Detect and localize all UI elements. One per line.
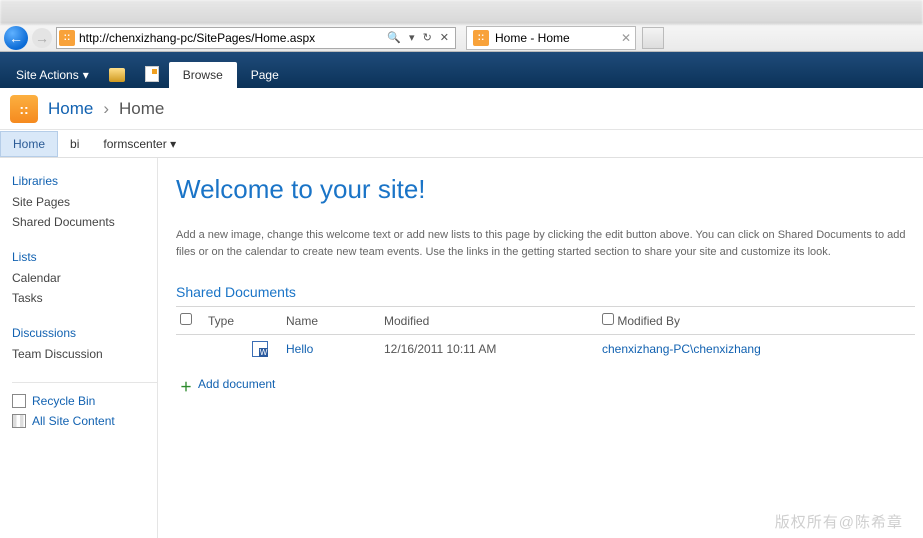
nav-heading-libraries[interactable]: Libraries (12, 174, 157, 188)
tab-title: Home - Home (495, 31, 570, 45)
grid-icon (12, 414, 26, 428)
breadcrumb-sep: › (103, 99, 109, 119)
content-area: Welcome to your site! Add a new image, c… (158, 158, 923, 538)
breadcrumb: :: Home › Home (0, 88, 923, 130)
select-all-checkbox[interactable] (180, 313, 192, 325)
table-row[interactable]: Hello 12/16/2011 10:11 AM chenxizhang-PC… (176, 335, 915, 363)
add-document-link[interactable]: ＋ Add document (176, 363, 915, 405)
browser-toolbar: ← → :: http://chenxizhang-pc/SitePages/H… (0, 24, 923, 52)
site-actions-menu[interactable]: Site Actions ▾ (6, 62, 99, 88)
ribbon-tab-browse[interactable]: Browse (169, 62, 237, 88)
doc-modified: 12/16/2011 10:11 AM (384, 342, 602, 356)
tab-favicon: :: (473, 30, 489, 46)
nav-calendar[interactable]: Calendar (12, 268, 157, 288)
word-doc-icon (252, 341, 268, 357)
site-favicon: :: (59, 30, 75, 46)
refresh-icon[interactable]: ↻ (419, 31, 436, 44)
breadcrumb-page: Home (119, 99, 164, 119)
topnav-home[interactable]: Home (0, 131, 58, 157)
site-logo-icon[interactable]: :: (10, 95, 38, 123)
chevron-down-icon: ▾ (170, 137, 176, 151)
document-list: Type Name Modified Modified By Hello 12/… (176, 306, 915, 363)
url-text: http://chenxizhang-pc/SitePages/Home.asp… (75, 31, 383, 45)
new-tab-button[interactable] (642, 27, 664, 49)
plus-icon: ＋ (180, 378, 192, 390)
chevron-down-icon: ▾ (83, 68, 89, 82)
quick-launch: Libraries Site Pages Shared Documents Li… (0, 158, 158, 538)
url-dropdown-icon[interactable]: ▾ (405, 31, 419, 44)
ribbon-tab-page[interactable]: Page (237, 62, 293, 88)
ribbon: Site Actions ▾ Browse Page (0, 52, 923, 88)
topnav-formscenter[interactable]: formscenter ▾ (91, 132, 188, 156)
site-actions-label: Site Actions (16, 68, 79, 82)
nav-team-discussion[interactable]: Team Discussion (12, 344, 157, 364)
edit-icon (145, 66, 159, 82)
col-modified[interactable]: Modified (384, 314, 602, 328)
recycle-bin-icon (12, 394, 26, 408)
tab-close-icon[interactable]: ✕ (621, 31, 631, 45)
breadcrumb-site[interactable]: Home (48, 99, 93, 119)
doc-name-link[interactable]: Hello (286, 342, 313, 356)
page-title: Welcome to your site! (176, 174, 915, 205)
top-nav: Home bi formscenter ▾ (0, 130, 923, 158)
navigate-up-button[interactable] (99, 62, 135, 88)
forward-button[interactable]: → (32, 28, 52, 48)
nav-tasks[interactable]: Tasks (12, 288, 157, 308)
window-titlebar (0, 0, 923, 24)
stop-icon[interactable]: ✕ (436, 31, 453, 44)
col-modified-by[interactable]: Modified By (602, 313, 911, 328)
nav-heading-lists[interactable]: Lists (12, 250, 157, 264)
browser-tab[interactable]: :: Home - Home ✕ (466, 26, 636, 50)
col-name[interactable]: Name (286, 314, 384, 328)
nav-heading-discussions[interactable]: Discussions (12, 326, 157, 340)
shared-docs-heading: Shared Documents (176, 284, 915, 300)
intro-text: Add a new image, change this welcome tex… (176, 227, 915, 260)
list-header: Type Name Modified Modified By (176, 307, 915, 335)
search-icon[interactable]: 🔍 (383, 31, 405, 44)
nav-site-pages[interactable]: Site Pages (12, 192, 157, 212)
col-type[interactable]: Type (208, 314, 252, 328)
watermark: 版权所有@陈希章 (775, 511, 903, 532)
modified-by-checkbox[interactable] (602, 313, 614, 325)
back-button[interactable]: ← (4, 26, 28, 50)
topnav-bi[interactable]: bi (58, 132, 91, 156)
address-bar[interactable]: :: http://chenxizhang-pc/SitePages/Home.… (56, 27, 456, 49)
nav-all-site-content[interactable]: All Site Content (12, 411, 157, 431)
edit-page-button[interactable] (135, 60, 169, 88)
nav-recycle-bin[interactable]: Recycle Bin (12, 391, 157, 411)
nav-shared-documents[interactable]: Shared Documents (12, 212, 157, 232)
folder-icon (109, 68, 125, 82)
doc-modified-by[interactable]: chenxizhang-PC\chenxizhang (602, 342, 761, 356)
